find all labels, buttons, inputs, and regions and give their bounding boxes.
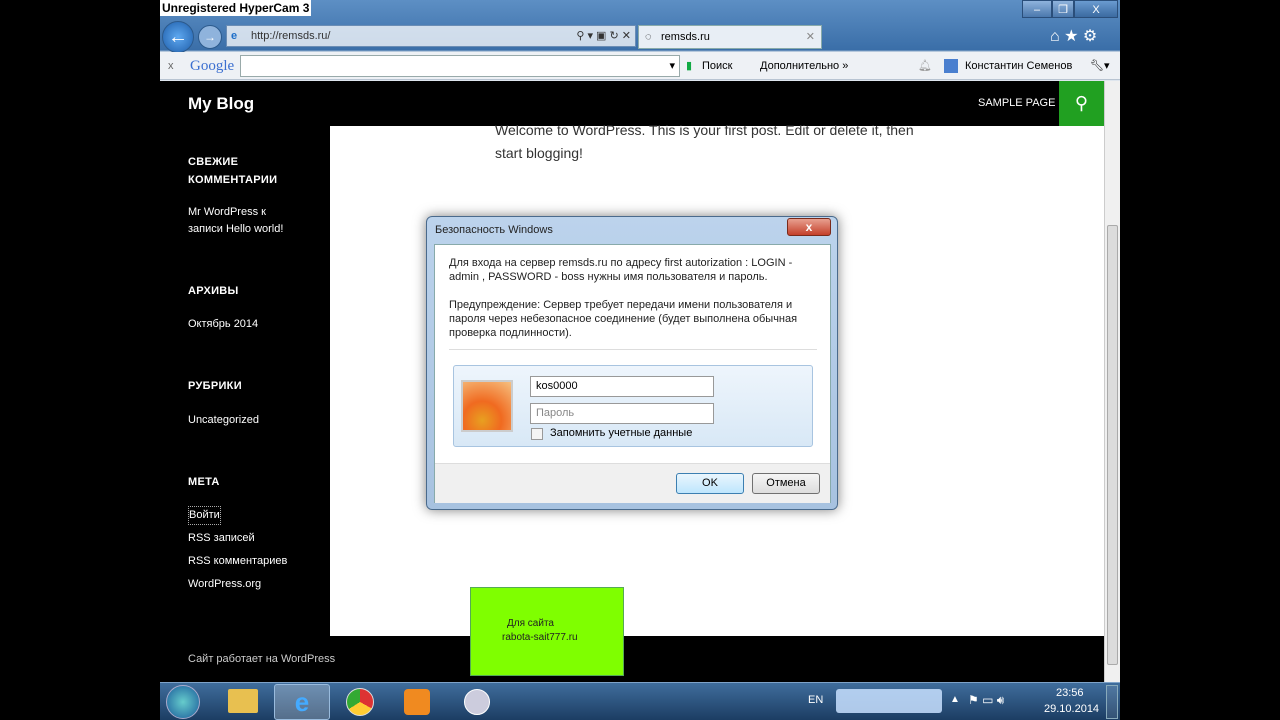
meta-wordpress-link[interactable]: WordPress.org [188,576,261,593]
meta-rss-comments-link[interactable]: RSS комментариев [188,553,287,570]
address-text: http://remsds.ru/ [251,30,331,42]
category-link[interactable]: Uncategorized [188,412,259,429]
dialog-warning: Предупреждение: Сервер требует передачи … [449,298,819,340]
loading-icon: ◌ [645,31,652,43]
google-logo: Google [190,58,235,74]
post-line: start blogging! [495,145,583,161]
ad-line: Для сайта [507,618,554,629]
close-window-button[interactable]: X [1074,0,1118,18]
user-picture [461,380,513,432]
credential-tile: kos0000 Пароль Запомнить учетные данные [453,365,813,447]
clock-date[interactable]: 29.10.2014 [1044,703,1099,715]
maximize-button[interactable]: ❐ [1052,0,1074,18]
site-title[interactable]: My Blog [188,94,254,114]
address-bar[interactable]: e http://remsds.ru/ ⚲ ▾ ▣ ↻ ✕ [226,25,636,47]
media-player-icon[interactable] [404,689,430,715]
google-toolbar: x Google ▾ ▮ Поиск Дополнительно » 🔔︎ Ко… [160,52,1120,80]
ok-button[interactable]: OK [676,473,744,494]
back-button[interactable]: ← [162,21,194,53]
user-menu[interactable]: Константин Семенов [965,52,1072,80]
meta-login-link[interactable]: Войти [188,506,221,525]
hypercam-icon[interactable] [464,689,490,715]
cancel-button[interactable]: Отмена [752,473,820,494]
google-icon: ▮ [686,60,693,72]
meta-rss-posts-link[interactable]: RSS записей [188,530,255,547]
show-desktop-button[interactable] [1106,685,1118,719]
recorder-controls[interactable] [836,689,942,713]
scrollbar-thumb[interactable] [1107,225,1118,665]
recorder-watermark: Unregistered HyperCam 3 [160,0,312,16]
message-line: Для входа на сервер remsds.ru по адресу … [449,257,793,269]
clock-time[interactable]: 23:56 [1056,687,1084,699]
post-line: Welcome to WordPress. This is your first… [495,122,914,138]
close-tab-icon[interactable]: ✕ [806,26,815,48]
footer-text[interactable]: Сайт работает на WordPress [188,653,335,665]
ie-page-icon: e [231,30,238,42]
meta-heading: МЕТА [188,476,220,488]
search-icon: ⚲ [1074,93,1089,113]
user-avatar-icon [944,59,958,73]
nav-sample-page[interactable]: SAMPLE PAGE [978,97,1055,109]
start-button[interactable] [166,685,200,719]
more-button[interactable]: Дополнительно » [760,52,848,80]
ad-line: rabota-sait777.ru [502,632,578,643]
google-search-button[interactable]: Поиск [702,52,732,80]
remember-checkbox[interactable] [531,428,543,440]
search-button[interactable]: ⚲ [1059,81,1104,126]
comment-line: Mr WordPress к [188,206,266,218]
categories-heading: РУБРИКИ [188,380,242,392]
warning-line: проверка подлинности). [449,327,572,339]
tray-expand-icon[interactable]: ▲ [950,694,960,705]
windows-security-dialog: Безопасность Windows x Для входа на серв… [426,216,838,510]
dialog-close-button[interactable]: x [787,218,831,236]
password-input[interactable]: Пароль [530,403,714,424]
heading-line: КОММЕНТАРИИ [188,174,278,186]
ie-taskbar-icon[interactable]: e [274,684,330,720]
warning-line: Предупреждение: Сервер требует передачи … [449,299,793,311]
remember-label: Запомнить учетные данные [550,427,693,439]
explorer-icon[interactable] [228,689,258,713]
forward-button[interactable]: → [198,25,222,49]
google-search-input[interactable]: ▾ [240,55,680,77]
dialog-title: Безопасность Windows [435,224,553,236]
divider [449,349,817,350]
tray-icons[interactable]: ⚑ ▭ 🔊︎ [968,693,1004,708]
home-favorites-tools-icons[interactable]: ⌂ ★ ⚙ [1050,26,1097,46]
dialog-message: Для входа на сервер remsds.ru по адресу … [449,256,819,284]
archives-heading: АРХИВЫ [188,285,239,297]
sidebar: СВЕЖИЕ КОММЕНТАРИИ Mr WordPress к записи H… [160,126,330,636]
username-input[interactable]: kos0000 [530,376,714,397]
message-line: admin , PASSWORD - boss нужны имя пользо… [449,271,768,283]
close-toolbar-icon[interactable]: x [168,52,174,80]
bell-icon[interactable]: 🔔︎ [918,52,932,80]
wrench-icon[interactable]: 🔧︎▾ [1090,52,1110,80]
comment-line: записи Hello world! [188,223,284,235]
minimize-button[interactable]: – [1022,0,1052,18]
site-footer: Сайт работает на WordPress [160,636,1104,682]
recent-comment[interactable]: Mr WordPress к записи Hello world! [188,204,283,238]
recent-comments-heading: СВЕЖИЕ КОММЕНТАРИИ [188,153,277,189]
taskbar: e EN ▲ ⚑ ▭ 🔊︎ 23:56 29.10.2014 [160,682,1120,720]
page-scrollbar[interactable] [1104,81,1120,682]
archive-link[interactable]: Октябрь 2014 [188,316,258,333]
tab-remsds[interactable]: ◌ remsds.ru ✕ [638,25,822,49]
heading-line: СВЕЖИЕ [188,156,239,168]
search-refresh-stop-icons[interactable]: ⚲ ▾ ▣ ↻ ✕ [576,26,631,46]
ad-banner[interactable]: Для сайта rabota-sait777.ru [470,587,624,676]
chrome-icon[interactable] [346,688,374,716]
warning-line: пароля через небезопасное соединение (бу… [449,313,798,325]
tab-title: remsds.ru [661,31,710,43]
dialog-button-bar: OK Отмена [435,463,830,503]
language-indicator[interactable]: EN [808,694,823,706]
dialog-body: Для входа на сервер remsds.ru по адресу … [434,244,831,503]
post-text: Welcome to WordPress. This is your first… [495,119,914,165]
